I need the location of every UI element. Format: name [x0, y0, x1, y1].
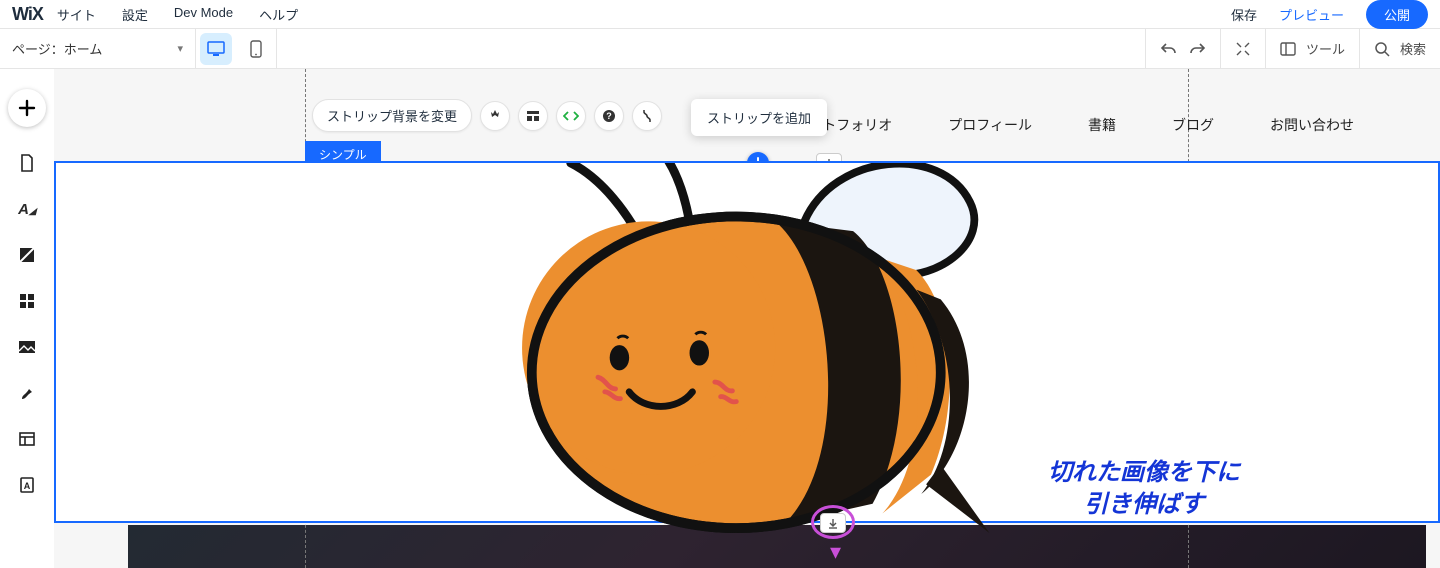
- background-icon[interactable]: [17, 245, 37, 265]
- publish-button[interactable]: 公開: [1366, 0, 1428, 29]
- zoom-button[interactable]: [1220, 29, 1265, 68]
- data-icon[interactable]: [17, 429, 37, 449]
- wix-logo[interactable]: WiX: [0, 4, 57, 25]
- menu-site[interactable]: サイト: [57, 5, 96, 24]
- editor-toolbar: ページ：ホーム ▾ ツール 検索: [0, 29, 1440, 69]
- nav-contact[interactable]: お問い合わせ: [1270, 115, 1354, 135]
- change-strip-bg-button[interactable]: ストリップ背景を変更: [312, 99, 472, 132]
- apps-icon[interactable]: [17, 291, 37, 311]
- left-rail: A◢ A: [0, 69, 54, 568]
- animation-icon[interactable]: [480, 101, 510, 131]
- nav-profile[interactable]: プロフィール: [948, 115, 1032, 135]
- strip-stretch-handle-bottom[interactable]: [820, 513, 846, 533]
- search-label: 検索: [1400, 39, 1426, 58]
- help-icon[interactable]: ?: [594, 101, 624, 131]
- editor-canvas[interactable]: ポートフォリオ プロフィール 書籍 ブログ お問い合わせ ストリップ背景を変更 …: [54, 69, 1440, 568]
- menu-help[interactable]: ヘルプ: [259, 5, 298, 24]
- menu-devmode[interactable]: Dev Mode: [174, 5, 233, 24]
- tools-button[interactable]: ツール: [1265, 29, 1359, 68]
- bee-illustration: [476, 163, 1016, 533]
- redo-button[interactable]: [1188, 41, 1206, 57]
- blog-icon[interactable]: [17, 383, 37, 403]
- svg-text:?: ?: [606, 111, 612, 121]
- page-selector-label: ページ：ホーム: [12, 39, 102, 58]
- menu-settings[interactable]: 設定: [122, 5, 148, 24]
- undo-button[interactable]: [1160, 41, 1178, 57]
- content-manager-icon[interactable]: A: [17, 475, 37, 495]
- nav-books[interactable]: 書籍: [1088, 115, 1116, 135]
- more-icon[interactable]: [632, 101, 662, 131]
- svg-text:A: A: [24, 481, 31, 491]
- desktop-view-button[interactable]: [200, 33, 232, 65]
- add-strip-tooltip: ストリップを追加: [691, 99, 827, 136]
- stretch-icon[interactable]: [556, 101, 586, 131]
- site-nav: ポートフォリオ プロフィール 書籍 ブログ お問い合わせ: [794, 115, 1354, 135]
- section-toolbar: ストリップ背景を変更 ?: [312, 99, 662, 132]
- save-button[interactable]: 保存: [1231, 5, 1257, 24]
- search-button[interactable]: 検索: [1359, 29, 1440, 68]
- top-menu-bar: WiX サイト 設定 Dev Mode ヘルプ 保存 プレビュー 公開: [0, 0, 1440, 29]
- annotation-text: 切れた画像を下に 引き伸ばす: [1048, 457, 1240, 522]
- page-selector[interactable]: ページ：ホーム ▾: [0, 29, 196, 68]
- theme-icon[interactable]: A◢: [17, 199, 37, 219]
- device-switch: [196, 29, 277, 68]
- media-icon[interactable]: [17, 337, 37, 357]
- undo-redo-group: [1145, 29, 1220, 68]
- annotation-arrow-icon: ▾: [830, 539, 841, 565]
- pages-icon[interactable]: [17, 153, 37, 173]
- add-element-button[interactable]: [8, 89, 46, 127]
- tools-label: ツール: [1306, 39, 1345, 58]
- preview-button[interactable]: プレビュー: [1279, 5, 1344, 24]
- mobile-view-button[interactable]: [236, 29, 276, 69]
- nav-blog[interactable]: ブログ: [1172, 115, 1214, 135]
- layout-icon[interactable]: [518, 101, 548, 131]
- chevron-down-icon: ▾: [177, 42, 183, 55]
